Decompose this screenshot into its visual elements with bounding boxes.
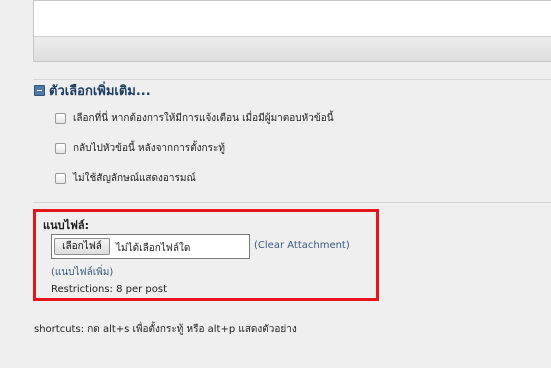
option-notify[interactable]: เลือกที่นี่ หากต้องการให้มีการแจ้งเตือน … (55, 111, 334, 125)
attachments-title: แนบไฟล์: (43, 219, 90, 232)
no-smileys-checkbox[interactable] (55, 172, 66, 184)
collapse-icon[interactable] (34, 84, 45, 96)
clear-attachment-link[interactable]: (Clear Attachment) (254, 240, 350, 251)
option-label: เลือกที่นี่ หากต้องการให้มีการแจ้งเตือน … (73, 112, 334, 124)
notify-checkbox[interactable] (55, 112, 66, 124)
more-options-title[interactable]: ตัวเลือกเพิ่มเติม... (49, 80, 151, 101)
shortcuts-hint: shortcuts: กด alt+s เพื่อตั้งกระทู้ หรือ… (34, 324, 297, 335)
file-input[interactable]: เลือกไฟล์ ไม่ได้เลือกไฟล์ใด (51, 234, 250, 259)
file-status: ไม่ได้เลือกไฟล์ใด (116, 243, 191, 254)
attachments-section: แนบไฟล์: เลือกไฟล์ ไม่ได้เลือกไฟล์ใด (Cl… (33, 209, 379, 301)
choose-file-button[interactable]: เลือกไฟล์ (54, 238, 110, 255)
option-no-smileys[interactable]: ไม่ใช้สัญลักษณ์แสดงอารมณ์ (55, 171, 196, 185)
return-checkbox[interactable] (55, 142, 66, 154)
editor-text-area[interactable] (34, 1, 551, 36)
option-label: กลับไปหัวข้อนี้ หลังจากการตั้งกระทู้ (73, 142, 225, 154)
attachment-restrictions: Restrictions: 8 per post (51, 284, 168, 295)
add-more-attachments-link[interactable]: (แนบไฟล์เพิ่ม) (51, 265, 113, 280)
editor-status-bar (34, 36, 551, 61)
message-editor[interactable] (33, 0, 551, 62)
option-label: ไม่ใช้สัญลักษณ์แสดงอารมณ์ (73, 172, 196, 184)
more-options-header[interactable]: ตัวเลือกเพิ่มเติม... (34, 81, 151, 99)
divider (33, 202, 551, 203)
option-return-to-topic[interactable]: กลับไปหัวข้อนี้ หลังจากการตั้งกระทู้ (55, 141, 225, 155)
